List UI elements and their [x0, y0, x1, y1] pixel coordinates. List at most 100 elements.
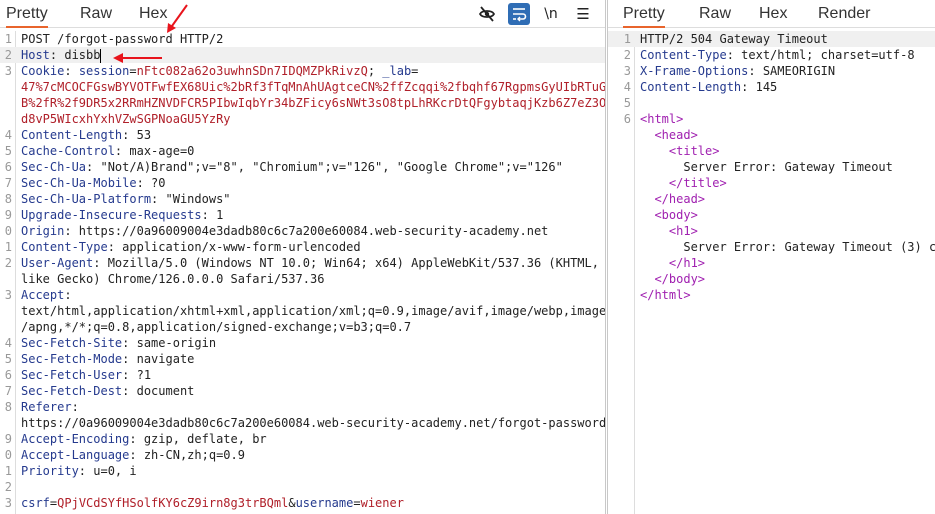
code-line: 47%7cMCOCFGswBYVOTFwfEX68Uic%2bRf3fTqMnA…: [0, 79, 605, 95]
token-value: [640, 144, 669, 158]
token-value: [640, 256, 669, 270]
line-text: User-Agent: Mozilla/5.0 (Windows NT 10.0…: [21, 255, 599, 271]
line-text: Sec-Fetch-User: ?1: [21, 367, 151, 383]
token-value: [640, 192, 654, 206]
line-text: Sec-Ch-Ua-Mobile: ?0: [21, 175, 166, 191]
line-number: 2: [4, 256, 12, 270]
code-line: 4 Sec-Fetch-Site: same-origin: [0, 335, 605, 351]
header-name: Upgrade-Insecure-Requests: [21, 208, 202, 222]
line-text: </body>: [640, 271, 705, 287]
code-line: 1 HTTP/2 504 Gateway Timeout: [608, 31, 935, 47]
code-line: 9 Upgrade-Insecure-Requests: 1: [0, 207, 605, 223]
arrow-left-annotation: [113, 53, 162, 63]
token-value: : "Not/A)Brand";v="8", "Chromium";v="126…: [86, 160, 563, 174]
line-text: Content-Length: 53: [21, 127, 151, 143]
token-value: Server Error: Gateway Timeout (3) co: [640, 240, 935, 254]
line-text: Sec-Fetch-Mode: navigate: [21, 351, 194, 367]
code-line: </html>: [608, 287, 935, 303]
html-tag: <title>: [668, 144, 720, 158]
token-value: : u=0, i: [78, 464, 137, 478]
code-line: B%2fR%2f9DR5x2RRmHZNVDFCR5PIbwIqbYr34bZF…: [0, 95, 605, 111]
tab-render[interactable]: Render: [818, 5, 870, 23]
code-line: 9 Accept-Encoding: gzip, deflate, br: [0, 431, 605, 447]
code-line: 6 Sec-Ch-Ua: "Not/A)Brand";v="8", "Chromi…: [0, 159, 605, 175]
token-value: /apng,*/*;q=0.8,application/signed-excha…: [21, 320, 412, 334]
line-text: Sec-Fetch-Dest: document: [21, 383, 194, 399]
token-value: : navigate: [122, 352, 195, 366]
line-text: Origin: https://0a96009004e3dadb80c6c7a2…: [21, 223, 548, 239]
line-number: 5: [4, 352, 12, 366]
line-number: 6: [4, 160, 12, 174]
line-text: Sec-Fetch-Site: same-origin: [21, 335, 216, 351]
tab-raw[interactable]: Raw: [699, 5, 731, 23]
header-name: Priority: [21, 464, 79, 478]
line-number: 2: [4, 480, 12, 494]
token-value: =: [353, 496, 361, 510]
header-name: Content-Length: [21, 128, 123, 142]
code-line: 8 Sec-Ch-Ua-Platform: "Windows": [0, 191, 605, 207]
line-text: <head>: [640, 127, 697, 143]
code-line: 3 X-Frame-Options: SAMEORIGIN: [608, 63, 935, 79]
line-number: 3: [623, 64, 631, 78]
line-text: Upgrade-Insecure-Requests: 1: [21, 207, 223, 223]
line-number: 5: [623, 96, 631, 110]
line-number: 9: [4, 208, 12, 222]
code-line: 3 csrf = QPjVCdSYfHSolfKY6cZ9irn8g3trBQml&u…: [0, 495, 605, 511]
header-name: Accept: [21, 288, 65, 302]
line-number: 1: [4, 240, 12, 254]
line-number: 9: [4, 432, 12, 446]
line-text: HTTP/2 504 Gateway Timeout: [640, 31, 828, 47]
token-value: :: [64, 288, 72, 302]
code-line: 6 Sec-Fetch-User: ?1: [0, 367, 605, 383]
token-value: : ?1: [122, 368, 152, 382]
line-text: B%2fR%2f9DR5x2RRmHZNVDFCR5PIbwIqbYr34bZF…: [21, 95, 605, 111]
token-value: like Gecko) Chrome/126.0.0.0 Safari/537.…: [21, 272, 325, 286]
token-value: : gzip, deflate, br: [129, 432, 267, 446]
line-text: text/html,application/xhtml+xml,applicat…: [21, 303, 605, 319]
header-name: Content-Type: [640, 48, 727, 62]
token-value: : zh-CN,zh;q=0.9: [129, 448, 245, 462]
code-line: <head>: [608, 127, 935, 143]
code-line: 5 Cache-Control: max-age=0: [0, 143, 605, 159]
header-name: Sec-Fetch-Site: [21, 336, 123, 350]
line-number: 8: [4, 192, 12, 206]
token-value: [640, 224, 669, 238]
code-line: </title>: [608, 175, 935, 191]
line-text: 47%7cMCOCFGswBYVOTFwfEX68Uic%2bRf3fTqMnA…: [21, 79, 605, 95]
token-value: :: [71, 400, 79, 414]
code-line: Server Error: Gateway Timeout: [608, 159, 935, 175]
response-editor[interactable]: 1 HTTP/2 504 Gateway Timeout 2 Content-Type…: [608, 31, 935, 514]
header-name: Accept-Language: [21, 448, 130, 462]
line-number: 6: [623, 112, 631, 126]
tab-pretty[interactable]: Pretty: [623, 5, 665, 28]
line-text: d8vP5WIcxhYxhVZwSGPNoaGU5YzRy: [21, 111, 231, 127]
token-value: : https://0a96009004e3dadb80c6c7a200e600…: [64, 224, 549, 238]
line-text: Sec-Ch-Ua-Platform: "Windows": [21, 191, 231, 207]
header-name: User-Agent: [21, 256, 94, 270]
line-text: Server Error: Gateway Timeout (3) co: [640, 239, 935, 255]
arrow-down-annotation: [167, 4, 188, 33]
header-name: Referer: [21, 400, 72, 414]
token-value: [640, 128, 654, 142]
header-name: Sec-Fetch-Mode: [21, 352, 123, 366]
token-value: d8vP5WIcxhYxhVZwSGPNoaGU5YzRy: [21, 112, 231, 126]
token-value: : max-age=0: [114, 144, 195, 158]
header-name: Sec-Ch-Ua-Platform: [21, 192, 152, 206]
header-name: username: [295, 496, 354, 510]
code-line: 2 User-Agent: Mozilla/5.0 (Windows NT 10.…: [0, 255, 605, 271]
html-tag: </h1>: [668, 256, 706, 270]
line-text: Content-Length: 145: [640, 79, 777, 95]
header-name: Accept-Encoding: [21, 432, 130, 446]
line-text: like Gecko) Chrome/126.0.0.0 Safari/537.…: [21, 271, 324, 287]
line-number: 0: [4, 224, 12, 238]
token-value: : SAMEORIGIN: [748, 64, 836, 78]
html-tag: </head>: [654, 192, 706, 206]
tab-hex[interactable]: Hex: [759, 5, 787, 23]
code-line: 0 Origin: https://0a96009004e3dadb80c6c7a…: [0, 223, 605, 239]
line-text: <title>: [640, 143, 720, 159]
request-editor[interactable]: 1 POST /forgot-password HTTP/2 2 Host: disb…: [0, 31, 605, 514]
line-number: 7: [4, 176, 12, 190]
header-name: Sec-Fetch-User: [21, 368, 123, 382]
header-name: X-Frame-Options: [640, 64, 749, 78]
token-value: [640, 272, 654, 286]
